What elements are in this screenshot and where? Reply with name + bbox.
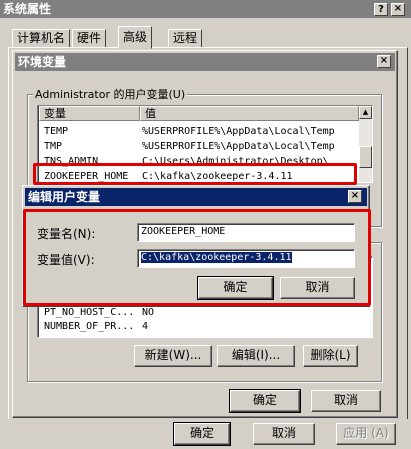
scroll-thumb[interactable] <box>359 146 372 168</box>
envvars-ok-button[interactable]: 确定 <box>229 389 301 413</box>
tab-computer-name[interactable]: 计算机名 <box>12 29 71 48</box>
list-item[interactable]: TMP %USERPROFILE%\AppData\Local\Temp <box>40 139 358 154</box>
editdlg-cancel-button[interactable]: 取消 <box>280 277 355 299</box>
list-item[interactable]: NUMBER_OF_PR... 4 <box>40 319 358 334</box>
user-vars-list[interactable]: 变量 值 TEMP %USERPROFILE%\AppData\Local\Te… <box>37 105 373 183</box>
envvars-close-icon[interactable]: × <box>377 55 391 68</box>
var-value-field[interactable]: C:\kafka\zookeeper-3.4.11 <box>137 249 355 268</box>
sysprops-ok-button[interactable]: 确定 <box>173 422 231 446</box>
envvars-cancel-button[interactable]: 取消 <box>311 390 381 412</box>
delete-button[interactable]: 删除(L) <box>303 345 358 367</box>
editdlg-ok-button[interactable]: 确定 <box>197 276 274 300</box>
envvars-titlebar: 环境变量 <box>15 53 395 71</box>
editdlg-titlebar: 编辑用户变量 <box>25 188 367 206</box>
tab-remote[interactable]: 远程 <box>168 29 203 48</box>
col-header-variable[interactable]: 变量 <box>39 106 140 121</box>
scroll-up-icon[interactable]: ▲ <box>359 106 372 119</box>
list-item[interactable]: TEMP %USERPROFILE%\AppData\Local\Temp <box>40 124 358 139</box>
tab-hardware[interactable]: 硬件 <box>72 29 107 48</box>
new-button[interactable]: 新建(W)... <box>134 345 212 367</box>
list-item[interactable]: PT_NO_HOST_C... NO <box>40 305 358 320</box>
sysprops-close-icon[interactable]: × <box>391 3 405 16</box>
editdlg-close-icon[interactable]: × <box>348 190 362 203</box>
list-item-selected[interactable]: ZOOKEEPER_HOME C:\kafka\zookeeper-3.4.11 <box>40 169 358 182</box>
tab-advanced[interactable]: 高级 <box>118 26 153 49</box>
var-name-label: 变量名(N): <box>37 227 96 241</box>
var-name-field[interactable]: ZOOKEEPER_HOME <box>137 223 355 242</box>
user-vars-group-label: Administrator 的用户变量(U) <box>33 86 188 102</box>
edit-button[interactable]: 编辑(I)... <box>217 345 295 367</box>
var-value-label: 变量值(V): <box>37 253 95 267</box>
user-vars-scrollbar[interactable]: ▲ <box>359 106 372 182</box>
sysprops-titlebar: 系统属性 <box>0 0 411 18</box>
sysprops-title: 系统属性 <box>3 2 52 16</box>
sysprops-cancel-button[interactable]: 取消 <box>253 423 315 445</box>
editdlg-title: 编辑用户变量 <box>28 190 101 204</box>
var-value-selected-text: C:\kafka\zookeeper-3.4.11 <box>141 252 292 263</box>
help-icon[interactable]: ? <box>374 3 388 16</box>
envvars-title: 环境变量 <box>18 55 67 69</box>
sysprops-apply-button[interactable]: 应用 (A) <box>336 423 396 445</box>
col-header-value[interactable]: 值 <box>140 106 359 121</box>
list-item[interactable]: TNS_ADMIN C:\Users\Administrator\Desktop… <box>40 154 358 169</box>
